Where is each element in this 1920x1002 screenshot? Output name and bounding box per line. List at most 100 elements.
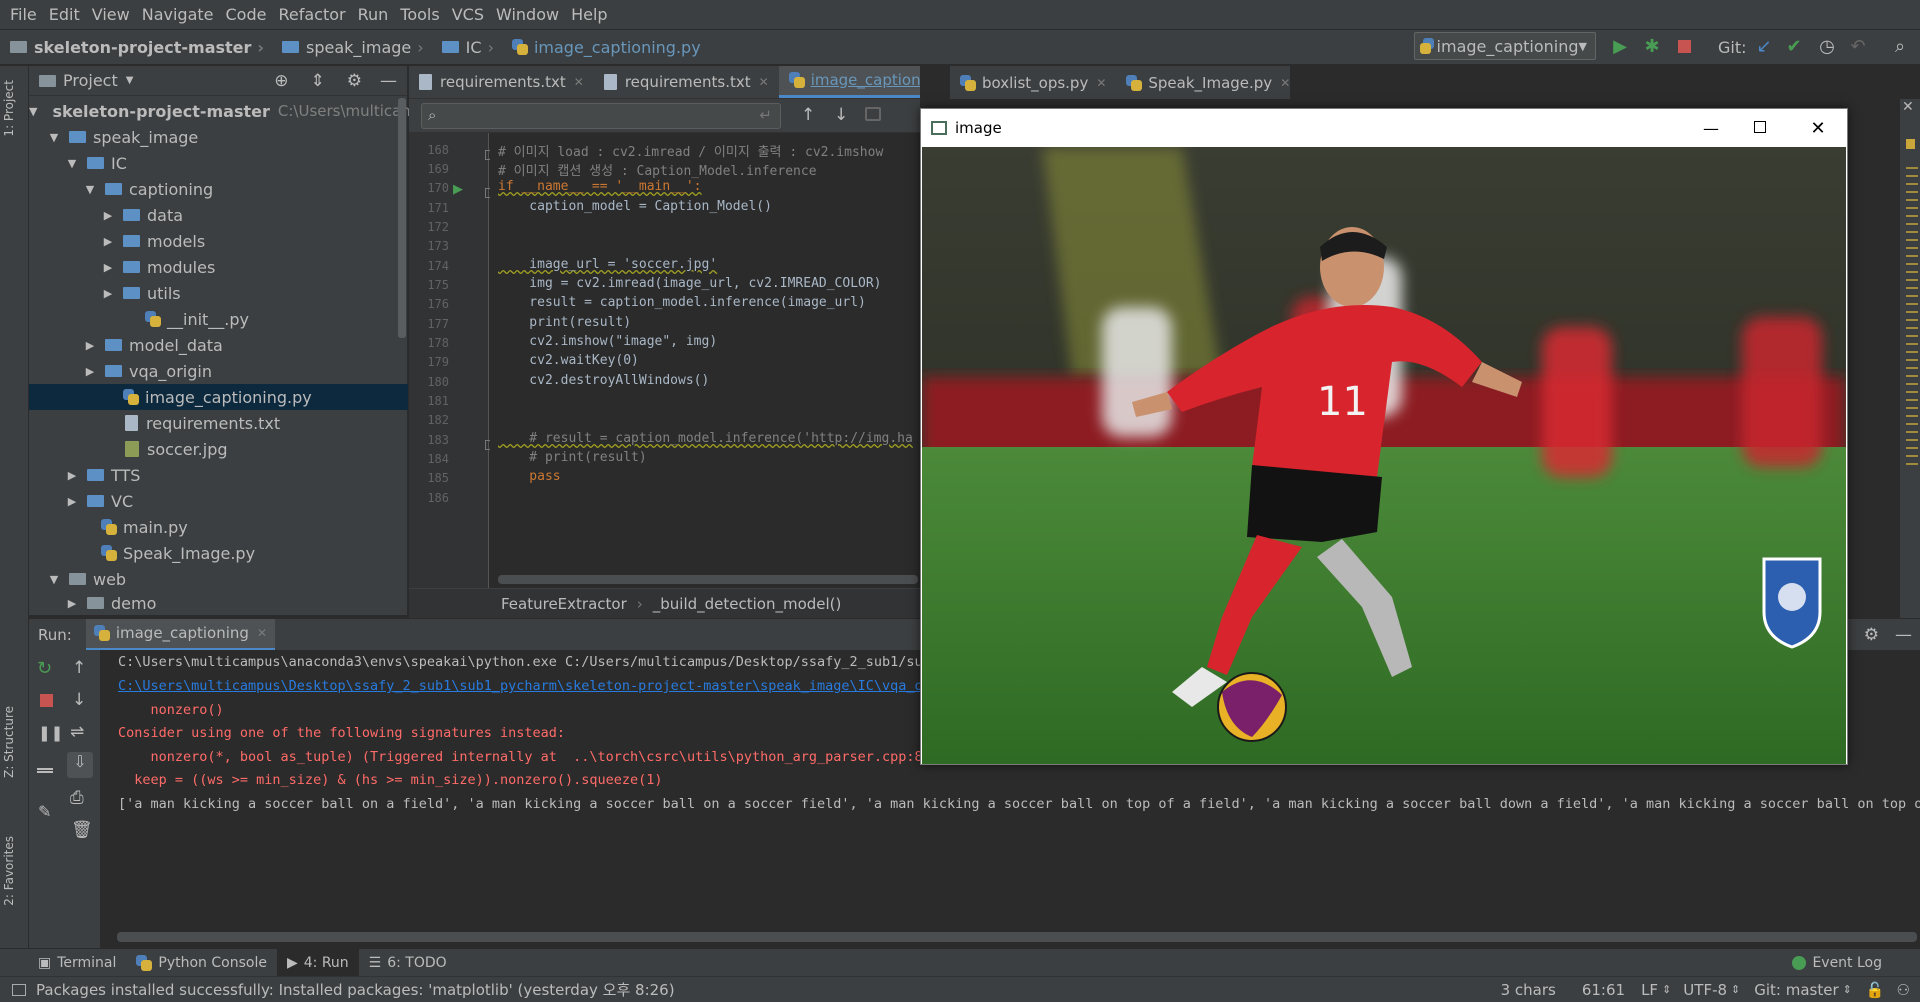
run-tool-tab[interactable]: ▶ 4: Run: [276, 948, 359, 977]
find-input[interactable]: ⌕ ↵: [421, 103, 781, 129]
project-tool-tab[interactable]: 1: Project: [2, 80, 16, 137]
git-branch[interactable]: Git: master: [1754, 981, 1838, 999]
line-separator[interactable]: LF: [1641, 981, 1658, 999]
chevron-down-icon[interactable]: ▼: [126, 75, 134, 86]
history-icon[interactable]: ◷: [1815, 34, 1839, 58]
tree-item-demo[interactable]: ▶ demo: [29, 592, 408, 614]
run-config-select[interactable]: image_captioning ▼: [1414, 32, 1596, 60]
code-editor[interactable]: # 이미지 load : cv2.imread / 이미지 출력 : cv2.i…: [490, 133, 920, 588]
project-scrollbar[interactable]: [398, 98, 406, 338]
down-stack-icon[interactable]: ↓: [72, 690, 86, 710]
status-message[interactable]: Packages installed successfully: Install…: [36, 979, 675, 1000]
tree-item-requirements-txt[interactable]: requirements.txt: [29, 410, 408, 436]
menu-run[interactable]: Run: [352, 5, 395, 24]
run-gutter-icon[interactable]: ▶: [453, 182, 463, 197]
menu-view[interactable]: View: [86, 5, 136, 24]
tree-item-main-py[interactable]: main.py: [29, 514, 408, 540]
tree-item-modules[interactable]: ▶ modules: [29, 254, 408, 280]
close-icon[interactable]: ✕: [257, 626, 267, 640]
tree-item-model-data[interactable]: ▶ model_data: [29, 332, 408, 358]
close-icon[interactable]: ✕: [574, 75, 584, 89]
tree-item-utils[interactable]: ▶ utils: [29, 280, 408, 306]
tree-item-vc[interactable]: ▶ VC: [29, 488, 408, 514]
restore-layout-icon[interactable]: [37, 768, 53, 780]
tree-item-speak-image[interactable]: ▼ speak_image: [29, 124, 408, 150]
gear-icon[interactable]: ⚙: [1864, 625, 1879, 645]
tree-item-ic[interactable]: ▼ IC: [29, 150, 408, 176]
tree-item-data[interactable]: ▶ data: [29, 202, 408, 228]
tree-item-init-py[interactable]: __init__.py: [29, 306, 408, 332]
gear-icon[interactable]: ⚙: [347, 71, 362, 91]
tab-requirements-txt-2[interactable]: requirements.txt ✕: [594, 66, 779, 98]
tab-image-captioning-py[interactable]: image_captioning.py✕: [778, 66, 920, 98]
stop-icon[interactable]: [1672, 34, 1696, 58]
file-encoding[interactable]: UTF-8: [1683, 981, 1727, 999]
locate-icon[interactable]: ⊕: [274, 71, 288, 91]
menu-tools[interactable]: Tools: [394, 5, 445, 24]
crumb-project[interactable]: skeleton-project-master ›: [0, 38, 272, 57]
tree-item-models[interactable]: ▶ models: [29, 228, 408, 254]
image-window-titlebar[interactable]: image — ✕: [921, 109, 1847, 147]
close-icon[interactable]: ✕: [1280, 76, 1290, 90]
tree-item-captioning[interactable]: ▼ captioning: [29, 176, 408, 202]
error-stripe-markers[interactable]: [1906, 167, 1918, 467]
console-horizontal-scrollbar[interactable]: [117, 932, 1917, 942]
revert-icon[interactable]: ↶: [1846, 34, 1870, 58]
run-tab[interactable]: image_captioning ✕: [85, 618, 276, 651]
todo-tab[interactable]: ☰ 6: TODO: [359, 949, 457, 977]
editor-horizontal-scrollbar[interactable]: [498, 575, 918, 584]
event-log-tab[interactable]: Event Log: [1782, 949, 1892, 977]
python-console-tab[interactable]: Python Console: [126, 949, 277, 977]
collapse-all-icon[interactable]: ⇕: [311, 71, 325, 91]
tab-boxlist-ops-py[interactable]: boxlist_ops.py ✕: [950, 66, 1116, 99]
lock-icon[interactable]: 🔓: [1866, 981, 1885, 999]
search-icon[interactable]: ⌕: [1888, 34, 1912, 58]
print-icon[interactable]: ⎙: [70, 788, 84, 808]
debug-icon[interactable]: ✱: [1640, 34, 1664, 58]
previous-occurrence-icon[interactable]: ↑: [801, 105, 815, 125]
tree-item-image-captioning-py[interactable]: image_captioning.py: [29, 384, 408, 410]
maximize-icon[interactable]: [1731, 119, 1789, 137]
menu-file[interactable]: File: [4, 5, 43, 24]
tab-speak-image-py[interactable]: Speak_Image.py ✕: [1116, 66, 1300, 99]
tree-item-web[interactable]: ▼ web: [29, 566, 408, 592]
console-link[interactable]: C:\Users\multicampus\Desktop\ssafy_2_sub…: [118, 678, 931, 694]
pause-icon[interactable]: ❚❚: [38, 724, 63, 742]
tree-item-speak-image-py[interactable]: Speak_Image.py: [29, 540, 408, 566]
stop-icon[interactable]: [40, 694, 53, 707]
tree-item-vqa-origin[interactable]: ▶ vqa_origin: [29, 358, 408, 384]
menu-vcs[interactable]: VCS: [446, 5, 490, 24]
crumb-file[interactable]: image_captioning.py: [502, 38, 709, 57]
breadcrumb-function[interactable]: _build_detection_model(): [653, 595, 842, 613]
menu-navigate[interactable]: Navigate: [136, 5, 220, 24]
structure-tool-tab[interactable]: Z: Structure: [2, 706, 16, 778]
inspector-icon[interactable]: ⚇: [1897, 981, 1910, 999]
breadcrumb-class[interactable]: FeatureExtractor: [501, 595, 627, 613]
crumb-speak-image[interactable]: speak_image ›: [272, 38, 432, 57]
run-icon[interactable]: ▶: [1608, 34, 1632, 58]
close-icon[interactable]: ✕: [1096, 76, 1106, 90]
crumb-ic[interactable]: IC ›: [432, 38, 502, 57]
pin-icon[interactable]: ✎: [38, 802, 51, 821]
tree-item-tts[interactable]: ▶ TTS: [29, 462, 408, 488]
rerun-icon[interactable]: ↻: [37, 658, 52, 679]
menu-window[interactable]: Window: [490, 5, 565, 24]
project-panel-title[interactable]: Project: [63, 71, 118, 90]
caret-position[interactable]: 61:61: [1582, 981, 1625, 999]
menu-code[interactable]: Code: [220, 5, 273, 24]
tree-item-skeleton-project-master[interactable]: ▼ skeleton-project-master C:\Users\multica…: [29, 98, 435, 124]
menu-edit[interactable]: Edit: [43, 5, 86, 24]
close-icon[interactable]: ✕: [759, 75, 769, 89]
trash-icon[interactable]: 🗑: [71, 820, 93, 840]
close-icon[interactable]: ✕: [1902, 99, 1914, 115]
menu-refactor[interactable]: Refactor: [272, 5, 351, 24]
close-icon[interactable]: ✕: [1789, 118, 1847, 139]
select-all-occurrences-icon[interactable]: [865, 107, 881, 121]
soft-wrap-icon[interactable]: ⇌: [70, 722, 84, 742]
tree-item-soccer-jpg[interactable]: soccer.jpg: [29, 436, 408, 462]
tab-requirements-txt[interactable]: requirements.txt ✕: [409, 66, 594, 98]
warning-marker[interactable]: [1906, 139, 1915, 149]
git-commit-icon[interactable]: ✔: [1782, 34, 1806, 58]
next-occurrence-icon[interactable]: ↓: [834, 105, 848, 125]
toggle-tool-windows-icon[interactable]: [12, 983, 26, 996]
